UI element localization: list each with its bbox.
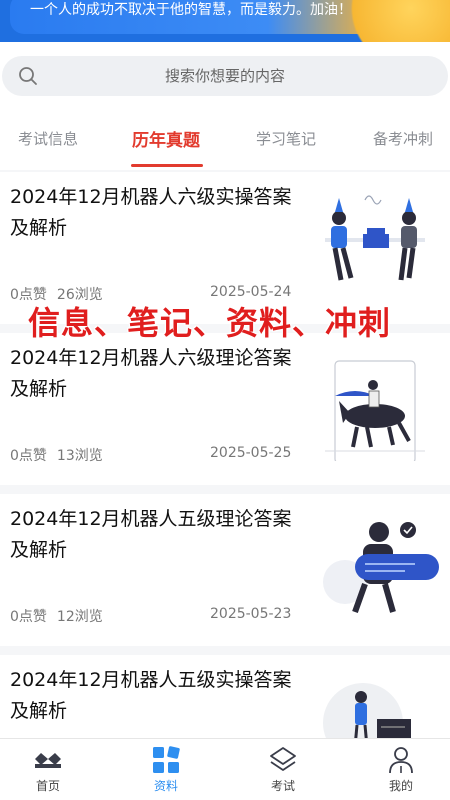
nav-materials[interactable]: 资料 <box>110 739 222 800</box>
nav-profile-label: 我的 <box>388 779 413 793</box>
horse-rider-illustration <box>325 360 425 461</box>
view-count: 13浏览 <box>56 448 103 464</box>
like-count: 0点赞 <box>10 609 47 625</box>
party-illustration <box>325 195 425 281</box>
article-title: 2024年12月机器人五级理论答案及解析 <box>10 508 292 561</box>
user-icon <box>389 747 413 774</box>
top-banner[interactable]: 一个人的成功不取决于他的智慧，而是毅力。加油！ <box>0 0 450 42</box>
banner-quote: 一个人的成功不取决于他的智慧，而是毅力。加油！ <box>30 2 352 18</box>
nav-home[interactable]: 首页 <box>0 739 104 800</box>
like-count: 0点赞 <box>10 448 47 464</box>
search-bar[interactable]: 搜索你想要的内容 <box>2 56 448 96</box>
bottom-navigation: 首页 资料 考试 我的 <box>0 738 450 800</box>
article-date: 2025-05-25 <box>210 445 292 461</box>
article-title: 2024年12月机器人五级实操答案及解析 <box>10 669 292 722</box>
layers-icon <box>270 747 296 771</box>
article-card[interactable]: 2024年12月机器人五级理论答案及解析 0点赞 12浏览 2025-05-23 <box>0 494 450 646</box>
category-tabs: 考试信息 历年真题 学习笔记 备考冲刺 <box>0 112 450 168</box>
article-date: 2025-05-23 <box>210 606 292 622</box>
grid-icon <box>153 746 180 773</box>
tab-exam-sprint[interactable]: 备考冲刺 <box>373 128 433 149</box>
nav-exam-label: 考试 <box>270 779 295 793</box>
tab-past-papers[interactable]: 历年真题 <box>132 126 200 151</box>
nav-profile[interactable]: 我的 <box>345 739 450 800</box>
tab-study-notes[interactable]: 学习笔记 <box>256 128 316 149</box>
nav-home-label: 首页 <box>35 779 60 793</box>
article-stats: 0点赞 12浏览 <box>10 606 103 626</box>
view-count: 12浏览 <box>56 609 103 625</box>
active-tab-indicator <box>131 164 203 167</box>
tab-exam-info[interactable]: 考试信息 <box>18 128 78 149</box>
chat-illustration <box>323 522 439 614</box>
nav-materials-label: 资料 <box>153 779 178 793</box>
article-title: 2024年12月机器人六级理论答案及解析 <box>10 347 292 400</box>
nav-exam[interactable]: 考试 <box>227 739 339 800</box>
home-icon <box>35 753 61 768</box>
search-input[interactable]: 搜索你想要的内容 <box>2 65 448 86</box>
article-stats: 0点赞 13浏览 <box>10 445 103 465</box>
article-card[interactable]: 2024年12月机器人六级理论答案及解析 0点赞 13浏览 2025-05-25 <box>0 333 450 485</box>
article-title: 2024年12月机器人六级实操答案及解析 <box>10 186 292 239</box>
promo-overlay-text: 信息、笔记、资料、冲刺 <box>28 304 392 342</box>
